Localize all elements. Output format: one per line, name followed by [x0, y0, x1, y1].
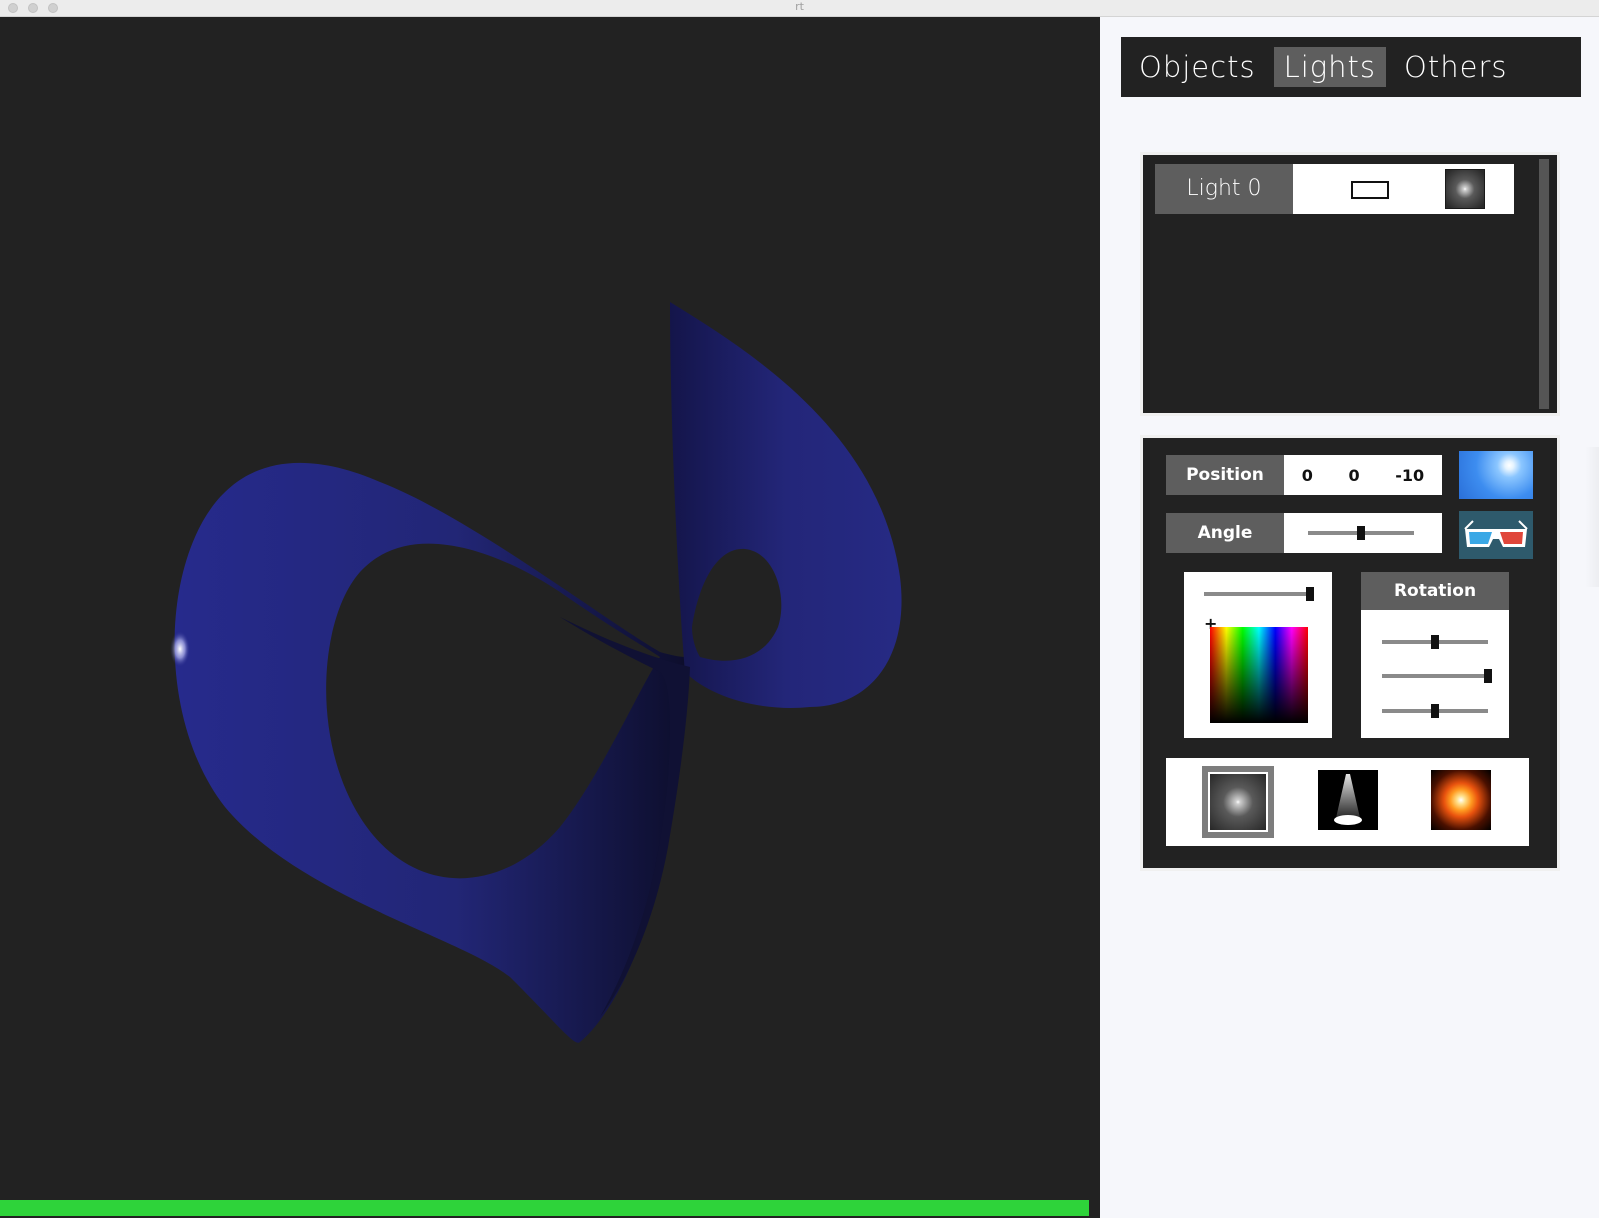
rotation-title: Rotation: [1361, 572, 1509, 610]
specular-highlight: [170, 631, 190, 667]
rotation-y-slider-knob[interactable]: [1484, 669, 1492, 683]
rotation-z-slider[interactable]: [1382, 704, 1488, 718]
position-x[interactable]: 0: [1302, 466, 1313, 485]
rotation-y-slider[interactable]: [1382, 669, 1492, 683]
panel-edge-shadow: [1585, 447, 1599, 587]
position-y[interactable]: 0: [1349, 466, 1360, 485]
render-progress-fill: [0, 1200, 1089, 1216]
point-light-icon[interactable]: [1445, 169, 1485, 209]
point-light-icon[interactable]: [1202, 766, 1274, 838]
tab-objects[interactable]: Objects: [1129, 47, 1266, 87]
position-z[interactable]: -10: [1395, 466, 1424, 485]
control-panel: Objects Lights Others Light 0 Position 0…: [1100, 17, 1599, 1218]
list-item-light-0[interactable]: Light 0: [1155, 164, 1514, 214]
angle-label: Angle: [1166, 513, 1284, 553]
color-spectrum[interactable]: [1210, 627, 1308, 723]
ribbon-right-loop: [670, 302, 902, 708]
3d-glasses-icon[interactable]: [1459, 511, 1533, 559]
ribbon-left-loop: [174, 462, 686, 1043]
light-properties: Position 0 0 -10 Angle + Rotation: [1140, 435, 1560, 871]
spot-light-icon[interactable]: [1318, 770, 1378, 830]
position-values[interactable]: 0 0 -10: [1284, 455, 1442, 495]
rendered-scene: [170, 302, 902, 1043]
position-field: Position 0 0 -10: [1166, 455, 1442, 495]
render-progress-bar: [0, 1200, 1089, 1216]
sky-sun-icon[interactable]: [1459, 451, 1533, 499]
brightness-slider-knob[interactable]: [1306, 587, 1314, 601]
position-label: Position: [1166, 455, 1284, 495]
rotation-x-slider[interactable]: [1382, 635, 1488, 649]
tab-lights[interactable]: Lights: [1273, 47, 1387, 87]
angle-slider[interactable]: [1308, 526, 1414, 540]
rectangle-icon[interactable]: [1351, 181, 1389, 199]
list-scrollbar[interactable]: [1539, 159, 1549, 409]
rotation-z-slider-knob[interactable]: [1431, 704, 1439, 718]
light-item-label: Light 0: [1155, 164, 1293, 214]
tab-bar: Objects Lights Others: [1121, 37, 1581, 97]
brightness-slider[interactable]: [1204, 587, 1314, 601]
lights-list: Light 0: [1140, 152, 1560, 416]
angle-field: Angle: [1166, 513, 1442, 553]
sun-light-icon[interactable]: [1431, 770, 1491, 830]
tab-others[interactable]: Others: [1394, 47, 1517, 87]
rotation-panel: Rotation: [1361, 572, 1509, 738]
app-window: rt Objects Lights Others Light 0 Positio…: [0, 0, 1599, 1218]
render-viewport[interactable]: [0, 17, 1100, 1218]
color-picker: +: [1184, 572, 1332, 738]
light-type-selector: [1166, 758, 1529, 846]
window-title: rt: [795, 0, 804, 13]
angle-slider-knob[interactable]: [1357, 526, 1365, 540]
rotation-x-slider-knob[interactable]: [1431, 635, 1439, 649]
title-bar: rt: [0, 0, 1599, 17]
